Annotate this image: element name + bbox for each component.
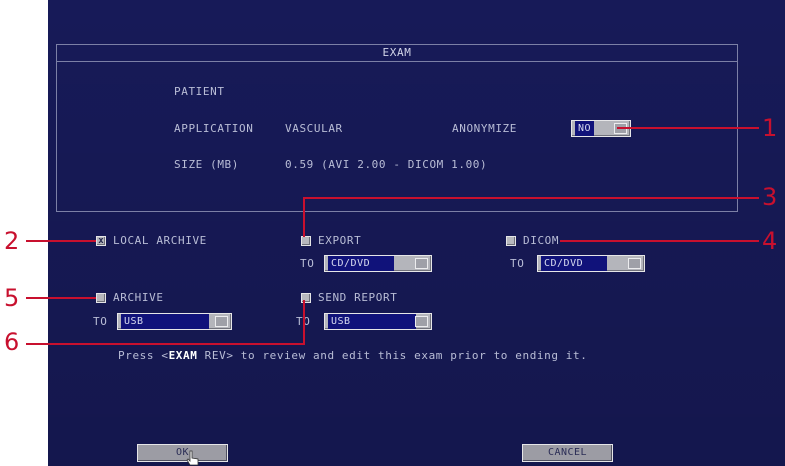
send-report-destination-dropdown[interactable]: USB [324,313,432,330]
archive-destination-dropdown[interactable]: USB [117,313,232,330]
export-destination-value: CD/DVD [328,256,394,271]
application-label: APPLICATION [174,122,254,135]
export-label: EXPORT [318,234,362,247]
dicom-label: DICOM [523,234,560,247]
callout-line-5 [26,297,96,299]
export-destination-dropdown[interactable]: CD/DVD [324,255,432,272]
callout-number-2: 2 [4,227,20,255]
size-value: 0.59 (AVI 2.00 - DICOM 1.00) [285,158,488,171]
archive-to-label: TO [93,315,108,328]
callout-number-6: 6 [4,328,20,356]
hint-key: EXAM [168,349,198,362]
callout-line-6-vertical [303,300,305,345]
callout-number-5: 5 [4,284,20,312]
callout-line-1 [617,127,759,129]
callout-number-4: 4 [762,227,778,255]
dicom-checkbox[interactable] [506,236,516,246]
callout-line-3-vertical [303,197,305,237]
archive-label: ARCHIVE [113,291,164,304]
dropdown-arrow-icon [628,258,641,269]
application-value: VASCULAR [285,122,343,135]
hint-text-before: Press < [118,349,169,362]
dicom-to-label: TO [510,257,525,270]
local-archive-checkbox[interactable]: x [96,236,106,246]
archive-checkbox[interactable] [96,293,106,303]
hand-cursor-icon [186,450,199,466]
callout-number-3: 3 [762,183,778,211]
anonymize-value: NO [575,121,595,136]
ok-button[interactable]: OK [137,444,228,462]
patient-label: PATIENT [174,85,225,98]
callout-line-6-horizontal [26,343,305,345]
callout-line-2 [26,240,96,242]
dropdown-arrow-icon [215,316,228,327]
export-to-label: TO [300,257,315,270]
dicom-destination-value: CD/DVD [541,256,607,271]
local-archive-label: LOCAL ARCHIVE [113,234,207,247]
callout-number-1: 1 [762,114,778,142]
anonymize-label: ANONYMIZE [452,122,518,135]
export-checkbox[interactable] [301,236,311,246]
archive-destination-value: USB [121,314,209,329]
callout-line-4 [560,240,759,242]
review-hint: Press <EXAM REV> to review and edit this… [118,350,587,362]
dicom-destination-dropdown[interactable]: CD/DVD [537,255,645,272]
send-report-label: SEND REPORT [318,291,398,304]
callout-line-3-horizontal [303,197,759,199]
size-label: SIZE (MB) [174,158,240,171]
send-report-destination-value: USB [328,314,416,329]
hint-text-after: REV> to review and edit this exam prior … [197,349,588,362]
dropdown-arrow-icon [415,316,428,327]
cancel-button[interactable]: CANCEL [522,444,613,462]
dropdown-arrow-icon [415,258,428,269]
exam-panel-title: EXAM [56,44,738,62]
